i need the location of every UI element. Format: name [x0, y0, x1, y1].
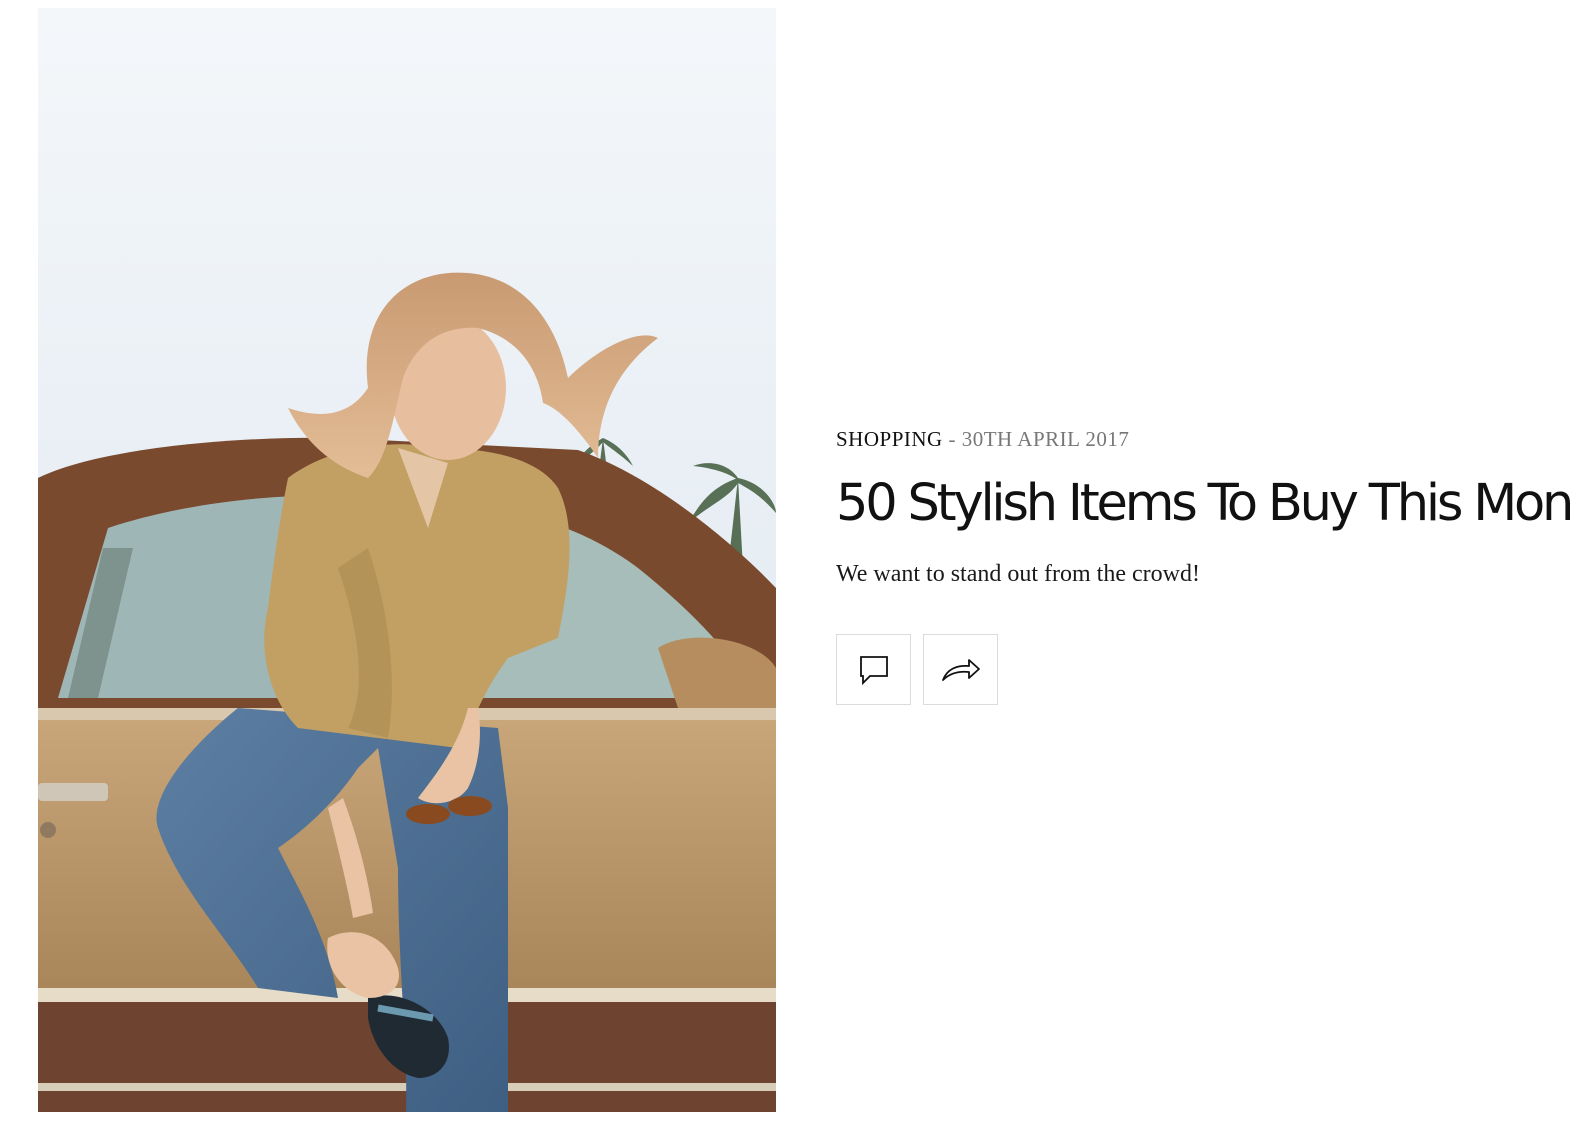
- article-title[interactable]: 50 Stylish Items To Buy This Month: [836, 472, 1572, 536]
- category-link[interactable]: SHOPPING: [836, 427, 943, 451]
- share-icon: [941, 658, 980, 681]
- hero-photo[interactable]: [38, 8, 776, 1112]
- hero-photo-illustration: [38, 8, 776, 1112]
- article-actions: [836, 634, 1536, 705]
- meta-separator: -: [942, 427, 962, 451]
- publish-date: 30TH APRIL 2017: [961, 427, 1130, 451]
- article-card: SHOPPING - 30TH APRIL 2017 50 Stylish It…: [0, 0, 1572, 1140]
- comment-button[interactable]: [836, 634, 911, 705]
- article-info: SHOPPING - 30TH APRIL 2017 50 Stylish It…: [836, 424, 1572, 705]
- article-meta: SHOPPING - 30TH APRIL 2017: [836, 424, 1536, 454]
- article-subtitle: We want to stand out from the crowd!: [836, 561, 1200, 587]
- share-button[interactable]: [923, 634, 998, 705]
- comment-icon: [859, 655, 888, 685]
